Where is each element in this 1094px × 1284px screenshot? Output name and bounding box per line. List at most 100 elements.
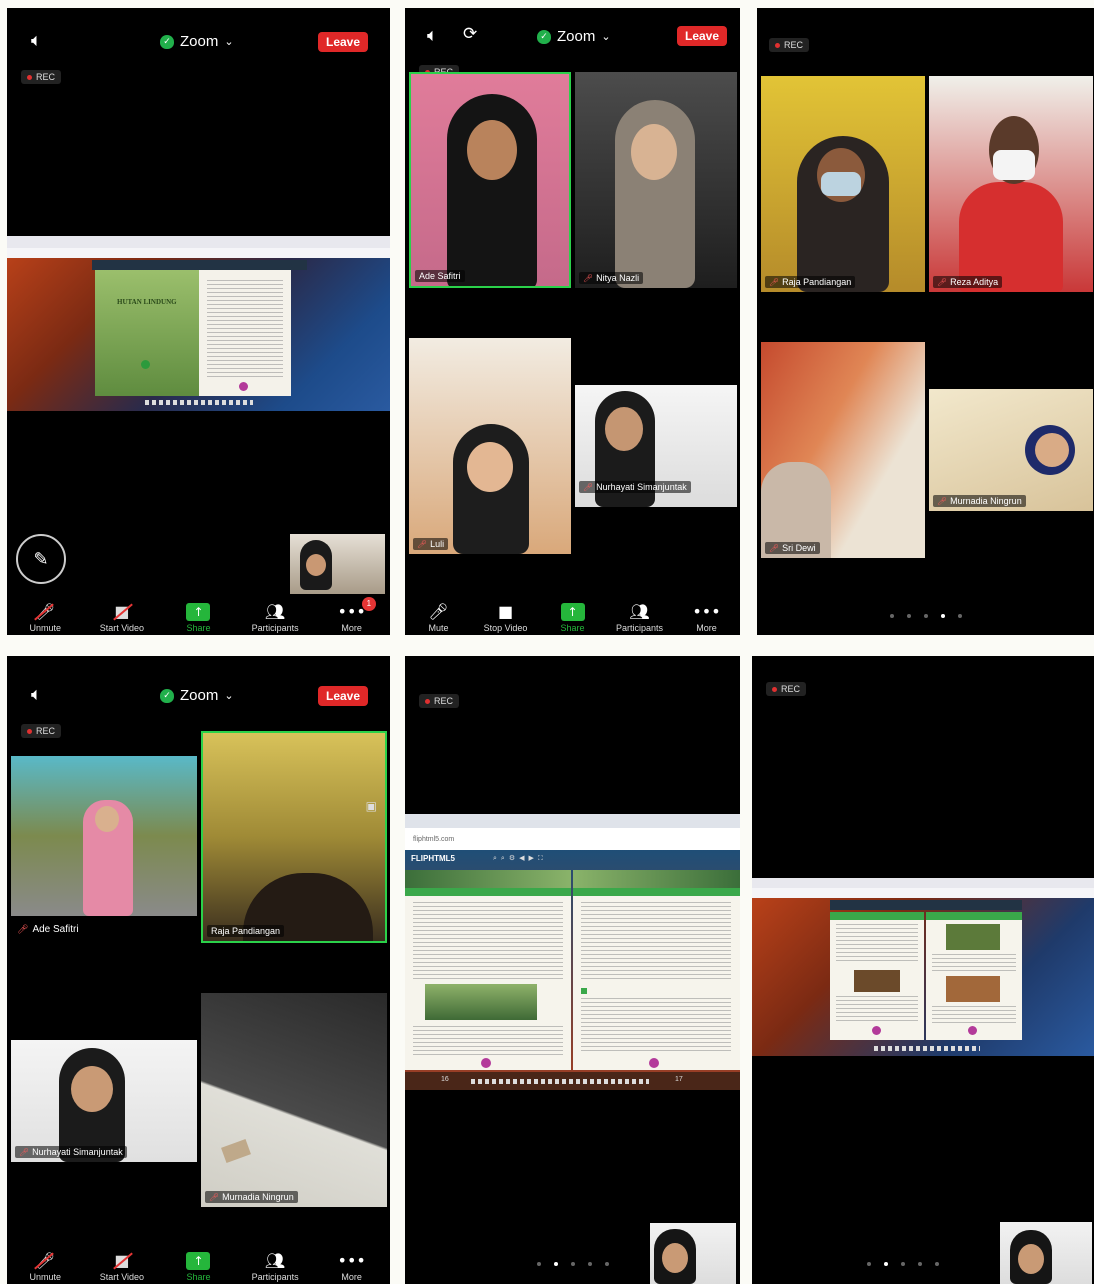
participant-tile[interactable]: 🎤︎ Sri Dewi xyxy=(761,342,925,558)
page-indicator[interactable] xyxy=(757,614,1094,618)
participant-name: Murnadia Ningrun xyxy=(222,1192,294,1202)
leave-button[interactable]: Leave xyxy=(677,26,728,46)
chevron-down-icon: ⌄ xyxy=(224,689,234,702)
participant-name: Ade Safitri xyxy=(32,924,79,935)
leave-button[interactable]: Leave xyxy=(318,32,369,52)
more-button[interactable]: ••• More xyxy=(673,603,740,634)
page-dot[interactable] xyxy=(957,614,962,618)
page-slider[interactable] xyxy=(471,1079,649,1084)
page-dot[interactable] xyxy=(901,1262,905,1266)
more-button[interactable]: ••• More xyxy=(317,1252,387,1283)
page-dot[interactable] xyxy=(935,1262,939,1266)
self-video-thumbnail[interactable] xyxy=(1000,1222,1092,1284)
self-video-thumbnail[interactable] xyxy=(290,534,385,594)
speaker-icon[interactable]: 🔈︎ xyxy=(31,30,42,51)
share-button[interactable]: ↑ Share xyxy=(539,603,606,633)
browser-address-bar[interactable]: fliphtml5.com xyxy=(405,828,740,850)
participant-tile[interactable]: 🎤︎ Luli xyxy=(409,338,571,554)
video-off-icon: ■ xyxy=(113,1252,134,1270)
mute-button[interactable]: 🎤︎ Mute xyxy=(405,602,472,634)
speaker-icon[interactable]: 🔈︎ xyxy=(31,684,42,705)
page-dot-active[interactable] xyxy=(940,614,945,618)
book-page-emblem xyxy=(239,382,248,391)
participant-name: Raja Pandiangan xyxy=(211,926,281,936)
book-text-block xyxy=(207,280,283,380)
participant-tile[interactable]: 🎤︎ Nurhayati Simanjuntak xyxy=(575,385,737,507)
stop-video-button[interactable]: ■ Stop Video xyxy=(472,603,539,634)
meeting-title[interactable]: ✓ Zoom ⌄ xyxy=(160,687,234,704)
browser-url: fliphtml5.com xyxy=(413,835,455,843)
annotate-pencil-button[interactable]: ✎ xyxy=(16,534,66,584)
participant-tile[interactable]: 🎤︎ Nitya Nazli xyxy=(575,72,737,288)
share-button[interactable]: ↑ Share xyxy=(163,603,233,633)
page-dot-active[interactable] xyxy=(553,1262,558,1266)
participant-tile[interactable]: 🎤︎ Raja Pandiangan xyxy=(761,76,925,292)
unmute-label: Unmute xyxy=(29,1272,62,1282)
speaker-icon[interactable]: 🔈︎ xyxy=(427,25,438,46)
book-text-block xyxy=(581,998,731,1054)
participants-button[interactable]: 👥︎ Participants xyxy=(606,602,673,634)
mic-muted-icon: 🎤︎ xyxy=(937,277,948,287)
book-photo xyxy=(946,976,1000,1002)
page-slider[interactable] xyxy=(145,400,253,405)
page-dot[interactable] xyxy=(889,614,894,618)
book-text-block xyxy=(413,1026,563,1056)
start-video-button[interactable]: ■ Start Video xyxy=(87,1252,157,1283)
shield-icon: ✓ xyxy=(537,29,551,44)
meeting-title[interactable]: ✓ Zoom ⌄ xyxy=(160,33,234,50)
page-title-bar xyxy=(573,888,740,896)
share-arrow-icon: ↑ xyxy=(186,603,211,621)
participant-name: Reza Aditya xyxy=(950,277,999,287)
browser-bar xyxy=(7,236,390,248)
page-dot[interactable] xyxy=(906,614,911,618)
participants-button[interactable]: 👥︎ Participants xyxy=(240,602,310,634)
participants-button[interactable]: 👥︎ Participants xyxy=(240,1252,310,1283)
unmute-button[interactable]: 🎤︎ Unmute xyxy=(10,603,80,634)
page-dot[interactable] xyxy=(587,1262,592,1266)
more-button[interactable]: ••• 1 More xyxy=(317,597,387,633)
rec-label: REC xyxy=(36,726,56,736)
more-dots-icon: ••• 1 xyxy=(338,597,376,621)
page-dot[interactable] xyxy=(570,1262,575,1266)
mic-muted-icon: 🎤︎ xyxy=(17,924,29,935)
participants-icon: 👥︎ xyxy=(629,602,650,621)
rec-dot-icon xyxy=(27,728,32,734)
book-page-emblem xyxy=(872,1026,881,1035)
rec-dot-icon xyxy=(425,698,430,704)
participant-tile[interactable]: 🎤︎ Murnadia Ningrun xyxy=(201,993,387,1207)
page-dot[interactable] xyxy=(536,1262,541,1266)
participant-tile[interactable]: 🎤︎ Reza Aditya xyxy=(929,76,1093,292)
mic-icon: 🎤︎ xyxy=(428,602,449,621)
book-text-block xyxy=(836,924,918,964)
video-camera-icon: ▣ xyxy=(365,799,377,813)
flipbook-toolbar-icons[interactable]: ⌕⌕⚙◀▶⛶ xyxy=(493,854,547,863)
fliphtml5-logo: FLIPHTML5 xyxy=(411,854,455,863)
self-video-thumbnail[interactable] xyxy=(650,1223,736,1284)
page-dot[interactable] xyxy=(867,1262,871,1266)
page-slider[interactable] xyxy=(874,1046,980,1051)
leave-button[interactable]: Leave xyxy=(318,686,369,706)
participant-name: Luli xyxy=(430,539,445,549)
person-face xyxy=(467,442,513,492)
start-video-button[interactable]: ■ Start Video xyxy=(87,603,157,634)
participant-tile[interactable]: 🎤︎ Murnadia Ningrun xyxy=(929,389,1093,511)
shared-screen: HUTAN LINDUNG xyxy=(7,236,390,411)
unmute-button[interactable]: 🎤︎ Unmute xyxy=(10,1252,80,1283)
participants-icon: 👥︎ xyxy=(264,602,286,621)
book-right-page xyxy=(926,912,1022,1040)
book-photo xyxy=(854,970,900,992)
browser-address-bar[interactable] xyxy=(752,888,1094,898)
page-dot[interactable] xyxy=(923,614,928,618)
participant-tile[interactable] xyxy=(11,756,197,916)
participant-name-tag: 🎤︎ Ade Safitri xyxy=(17,924,79,935)
meeting-title[interactable]: ✓ Zoom ⌄ xyxy=(537,28,611,45)
meeting-title-label: Zoom xyxy=(557,28,596,45)
switch-camera-icon[interactable]: ⟳ xyxy=(463,24,477,44)
share-button[interactable]: ↑ Share xyxy=(163,1252,233,1282)
participant-tile[interactable]: ▣ Raja Pandiangan xyxy=(201,731,387,943)
page-dot-active[interactable] xyxy=(884,1262,888,1266)
page-dot[interactable] xyxy=(604,1262,609,1266)
participant-tile[interactable]: 🎤︎ Nurhayati Simanjuntak xyxy=(11,1040,197,1162)
participant-tile[interactable]: Ade Safitri xyxy=(409,72,571,288)
page-dot[interactable] xyxy=(918,1262,922,1266)
